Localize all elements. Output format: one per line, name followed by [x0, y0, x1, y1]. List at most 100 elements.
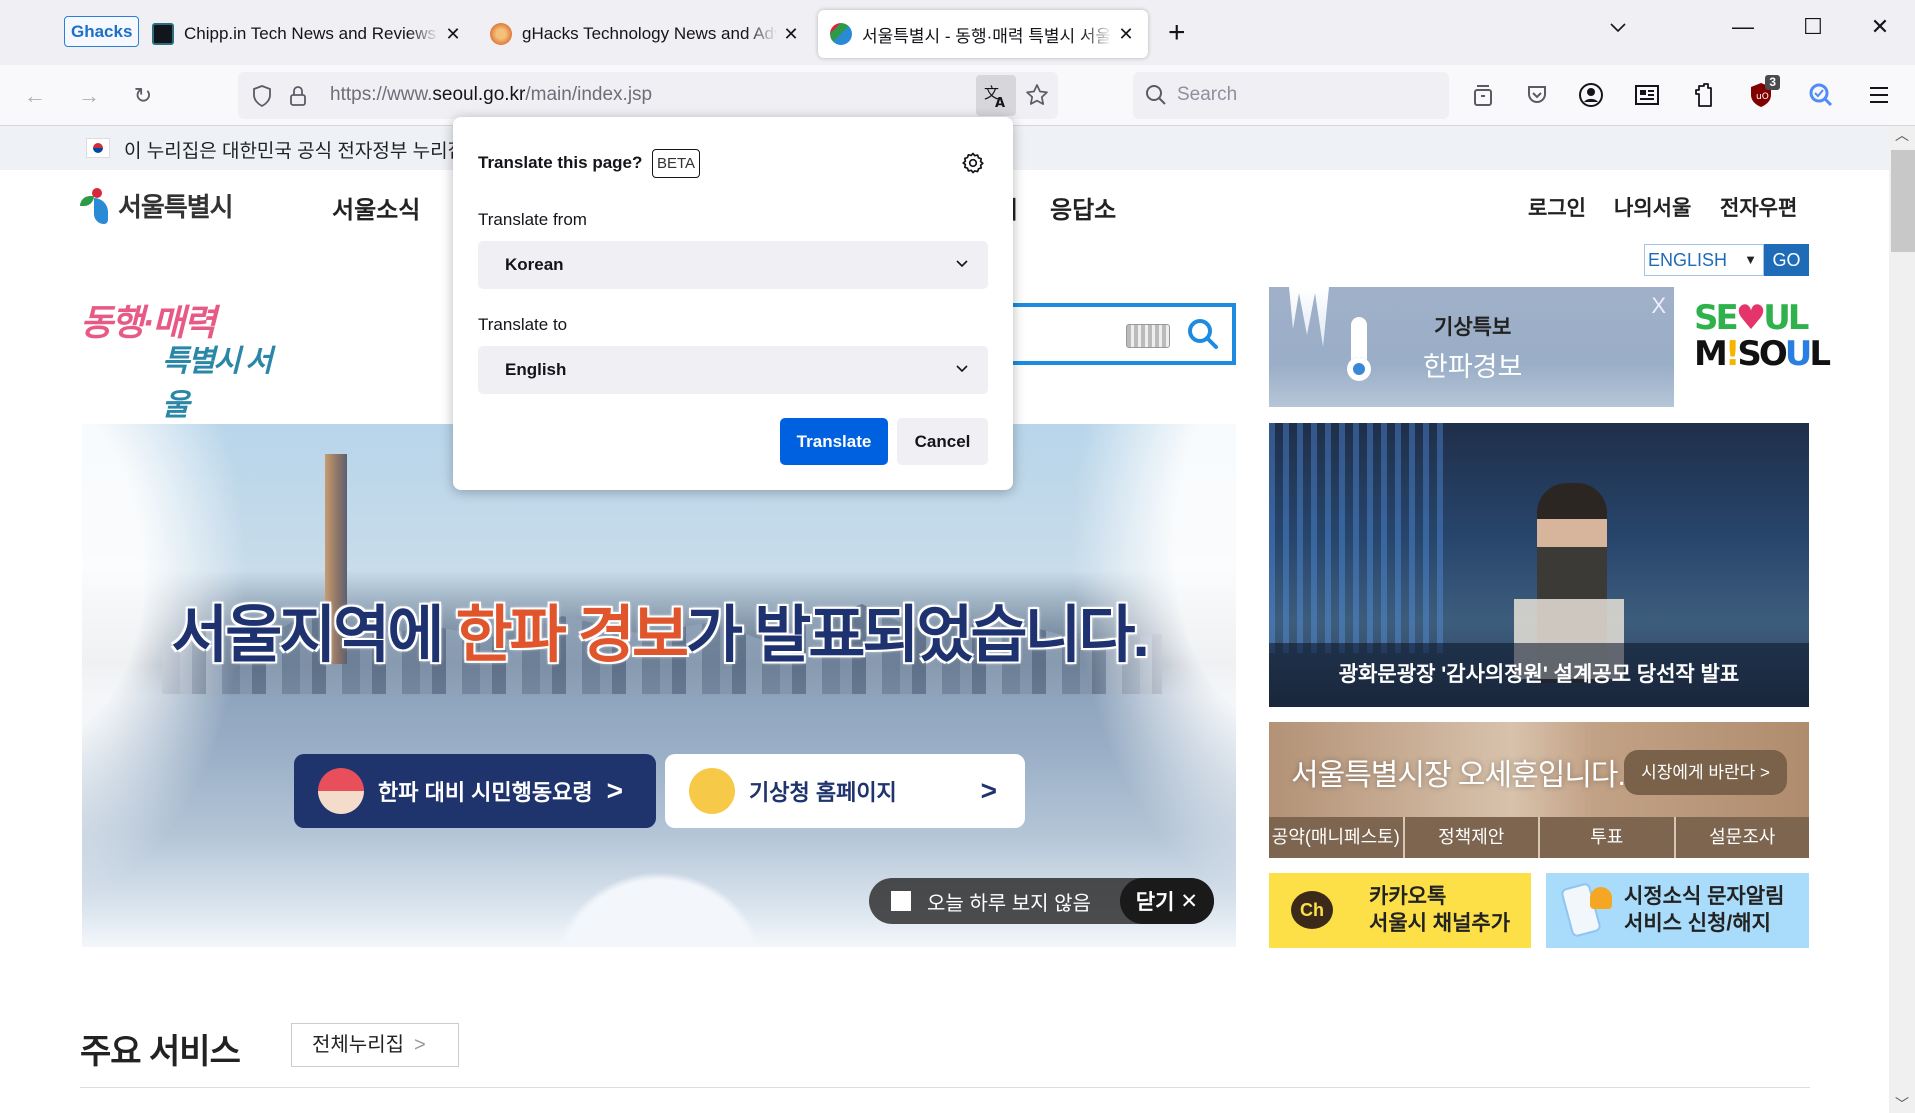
- brand-text: SO: [1737, 334, 1787, 374]
- scroll-up-button[interactable]: ︿: [1889, 126, 1915, 144]
- translate-settings-button[interactable]: [961, 151, 985, 180]
- virtual-keyboard-icon[interactable]: [1126, 324, 1170, 348]
- close-icon: ✕: [1180, 889, 1198, 913]
- translate-from-select[interactable]: Korean: [478, 241, 988, 289]
- language-select[interactable]: ENGLISH ▼: [1644, 244, 1764, 276]
- maximize-button[interactable]: ☐: [1795, 14, 1831, 40]
- reader-view-button[interactable]: [1630, 78, 1664, 112]
- chevron-right-icon: >: [606, 775, 623, 806]
- search-input[interactable]: Search: [1133, 72, 1449, 119]
- email-link[interactable]: 전자우편: [1720, 192, 1797, 222]
- cold-wave-guide-label: 한파 대비 시민행동요령: [378, 780, 593, 805]
- brand-smile: U: [1784, 334, 1813, 374]
- back-button[interactable]: ←: [18, 79, 52, 113]
- close-weather-alert-icon[interactable]: X: [1651, 293, 1666, 319]
- close-tab-icon[interactable]: ✕: [781, 24, 801, 45]
- translate-button[interactable]: Translate: [780, 418, 888, 465]
- close-tab-icon[interactable]: ✕: [443, 24, 463, 45]
- mayor-tab-vote[interactable]: 투표: [1538, 817, 1674, 858]
- chevron-down-icon: [954, 360, 970, 381]
- firefox-view-icon: [1474, 85, 1492, 106]
- firefox-view-button[interactable]: [1466, 78, 1500, 112]
- close-popup-button[interactable]: 닫기 ✕: [1119, 878, 1214, 924]
- search-icon: [1188, 319, 1218, 349]
- lock-icon[interactable]: [284, 82, 312, 110]
- forward-button[interactable]: →: [72, 79, 106, 113]
- mayor-tab-manifesto[interactable]: 공약(매니페스토): [1269, 817, 1403, 858]
- bookmark-star-button[interactable]: [1022, 80, 1052, 110]
- url-text[interactable]: https://www.seoul.go.kr/main/index.jsp: [330, 84, 652, 106]
- cold-wave-icon: [318, 768, 364, 814]
- pocket-button[interactable]: [1520, 78, 1554, 112]
- mayor-tab-policy-proposal[interactable]: 정책제안: [1402, 817, 1539, 858]
- kakao-channel-banner[interactable]: Ch 카카오톡 서울시 채널추가: [1269, 873, 1531, 948]
- account-icon: [1579, 83, 1603, 107]
- search-icon: [1145, 84, 1167, 111]
- language-go-button[interactable]: GO: [1764, 244, 1809, 276]
- brand-text: M: [1694, 334, 1728, 374]
- scrollbar-thumb[interactable]: [1891, 150, 1915, 252]
- language-selected: ENGLISH: [1648, 250, 1728, 270]
- vertical-scrollbar[interactable]: ︿ ﹀: [1889, 126, 1915, 1113]
- mayor-tab-survey[interactable]: 설문조사: [1673, 817, 1810, 858]
- brand-heart: ♥: [1735, 298, 1767, 338]
- korea-flag-icon: [86, 138, 110, 158]
- translate-to-label: Translate to: [478, 315, 568, 334]
- site-search-button[interactable]: [1186, 317, 1220, 356]
- sms-alert-banner[interactable]: 시정소식 문자알림 서비스 신청/해지: [1546, 873, 1809, 948]
- url-bar[interactable]: https://www.seoul.go.kr/main/index.jsp 文…: [238, 72, 1058, 119]
- extensions-button[interactable]: [1688, 78, 1722, 112]
- menu-icon: [1870, 87, 1888, 103]
- tab-seoul[interactable]: 서울특별시 - 동행·매력 특별시 서울 ✕: [818, 10, 1148, 58]
- news-banner[interactable]: 광화문광장 '감사의정원' 설계공모 당선작 발표: [1269, 423, 1809, 707]
- icicle-graphic: [1289, 287, 1329, 347]
- search-extension-button[interactable]: [1804, 78, 1838, 112]
- chevron-right-icon: >: [414, 1034, 426, 1056]
- tracking-protection-shield-icon[interactable]: [248, 82, 276, 110]
- scroll-down-button[interactable]: ﹀: [1889, 1095, 1915, 1113]
- nav-item-news[interactable]: 서울소식: [332, 190, 420, 225]
- seoul-my-soul-logo[interactable]: SE♥UL M!SOUL: [1694, 298, 1831, 380]
- headline-part: 가 발표되었습니다.: [686, 601, 1150, 670]
- cancel-button[interactable]: Cancel: [897, 418, 988, 465]
- tab-chipp[interactable]: Chipp.in Tech News and Reviews ✕: [152, 10, 463, 58]
- login-link[interactable]: 로그인: [1528, 192, 1586, 222]
- light-beams-graphic: [1269, 423, 1449, 653]
- account-button[interactable]: [1574, 78, 1608, 112]
- cold-wave-guide-button[interactable]: 한파 대비 시민행동요령 >: [294, 754, 656, 828]
- translate-to-value: English: [505, 360, 567, 379]
- hide-today-label[interactable]: 오늘 하루 보지 않음: [927, 887, 1091, 916]
- weather-alert-banner[interactable]: 기상특보 한파경보 X: [1269, 287, 1674, 407]
- my-seoul-link[interactable]: 나의서울: [1614, 192, 1691, 222]
- translate-to-select[interactable]: English: [478, 346, 988, 394]
- pinned-tab-ghacks[interactable]: Ghacks: [64, 16, 140, 47]
- pocket-icon: [1528, 86, 1546, 103]
- new-tab-button[interactable]: +: [1168, 16, 1186, 50]
- kakao-line1: 카카오톡: [1369, 885, 1447, 908]
- brand-text: UL: [1763, 298, 1809, 338]
- ask-mayor-button[interactable]: 시장에게 바란다 >: [1624, 750, 1787, 795]
- nav-item-response-center[interactable]: 응답소: [1050, 190, 1116, 225]
- slogan-line2: 특별시 서울: [162, 345, 273, 422]
- close-window-button[interactable]: ✕: [1862, 14, 1898, 40]
- translate-page-button[interactable]: 文A: [976, 75, 1016, 116]
- tab-ghacks[interactable]: gHacks Technology News and Advice ✕: [490, 10, 801, 58]
- close-popup-label: 닫기: [1135, 891, 1175, 914]
- kma-homepage-button[interactable]: 기상청 홈페이지 >: [665, 754, 1025, 828]
- brand-exclaim: !: [1724, 334, 1740, 374]
- close-tab-icon[interactable]: ✕: [1116, 24, 1136, 45]
- translate-from-value: Korean: [505, 255, 564, 274]
- reload-button[interactable]: ↻: [126, 79, 160, 113]
- seoul-favicon-icon: [830, 23, 852, 45]
- all-sites-button[interactable]: 전체누리집 >: [291, 1023, 459, 1067]
- sms-line2: 서비스 신청/해지: [1624, 912, 1771, 935]
- minimize-button[interactable]: —: [1725, 14, 1761, 40]
- app-menu-button[interactable]: [1862, 78, 1896, 112]
- seoul-logo[interactable]: 서울특별시: [80, 186, 234, 224]
- hide-today-checkbox[interactable]: [891, 891, 911, 911]
- star-icon: [1026, 84, 1048, 105]
- translate-panel-title: Translate this page?: [478, 153, 643, 172]
- ublock-button[interactable]: uO 3: [1744, 75, 1780, 112]
- seoul-logo-mark-icon: [80, 186, 114, 224]
- tab-list-button[interactable]: [1600, 14, 1636, 40]
